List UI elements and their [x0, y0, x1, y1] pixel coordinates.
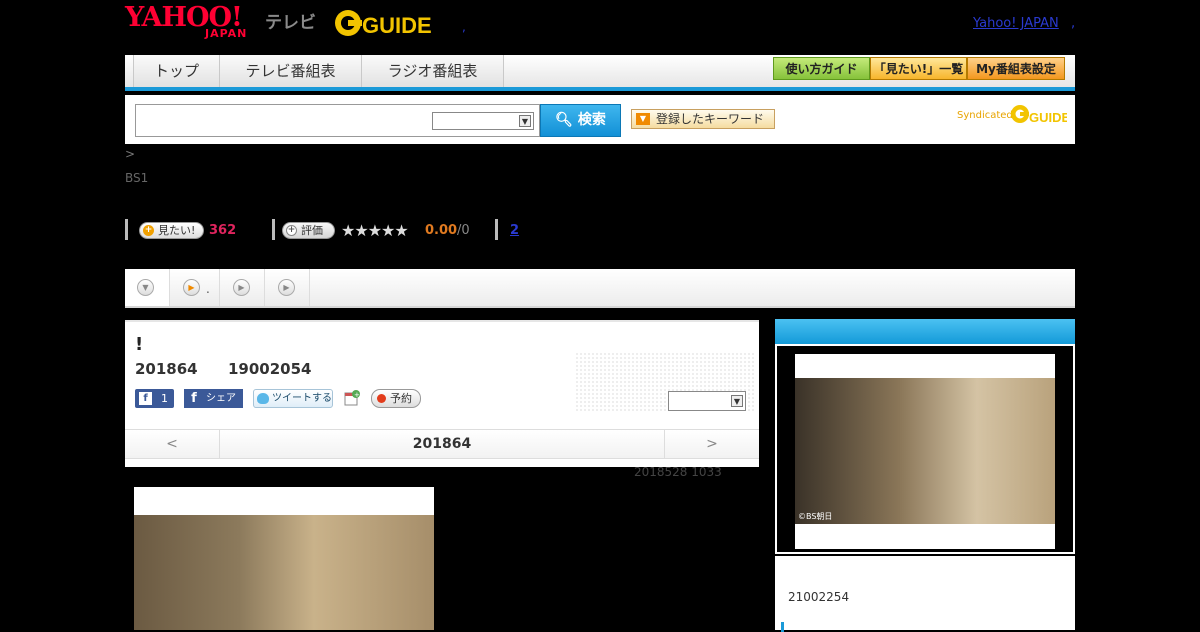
featured-program[interactable]: ©BS朝日: [775, 344, 1075, 554]
tweet-button[interactable]: ツイートする: [253, 389, 333, 408]
svg-text:+: +: [354, 391, 360, 399]
tab-second[interactable]: ▶ .: [170, 269, 220, 306]
facebook-like-button[interactable]: f 1: [135, 389, 174, 408]
detail-tabs: ▼ ▶ . ▶ ▶: [125, 269, 1075, 308]
facebook-share-label: シェア: [206, 393, 236, 404]
program-options-select[interactable]: ▼: [668, 391, 746, 411]
facebook-share-button[interactable]: f シェア: [184, 389, 243, 408]
rating-count: /0: [457, 223, 470, 238]
want-to-watch-button[interactable]: + 見たい!: [139, 222, 204, 239]
rating-stars: ★★★★★: [341, 221, 409, 240]
my-listing-settings-button[interactable]: My番組表設定: [967, 57, 1065, 80]
previous-day-button[interactable]: <: [125, 430, 220, 458]
play-icon: ▶: [233, 279, 250, 296]
date-navigation: < 201864 >: [125, 429, 759, 459]
play-icon: ▶: [278, 279, 295, 296]
program-date: 201864: [135, 360, 198, 378]
program-title: !: [135, 334, 144, 355]
record-icon: [377, 394, 386, 403]
search-category-select[interactable]: ▼: [432, 112, 534, 130]
tab-top[interactable]: トップ: [133, 55, 220, 87]
rate-button[interactable]: + 評価: [282, 222, 335, 239]
featured-image-frame: ©BS朝日: [795, 354, 1055, 549]
facebook-icon: f: [191, 391, 197, 406]
channel-name: BS1: [125, 171, 149, 185]
facebook-icon: f: [139, 392, 152, 405]
tab-third[interactable]: ▶: [220, 269, 265, 306]
program-image: [134, 515, 434, 630]
program-panel: ! 201864 19002054 f 1 f シェア ツイートする + 予約 …: [125, 320, 759, 467]
program-stats: + 見たい! 362 + 評価 ★★★★★ 0.00 /0 2: [125, 219, 625, 241]
breadcrumb[interactable]: >: [125, 147, 135, 161]
featured-program-info: 21002254: [775, 556, 1075, 632]
guide-button[interactable]: 使い方ガイド: [773, 57, 870, 80]
right-column-header: [775, 319, 1075, 344]
reserve-button[interactable]: 予約: [371, 389, 421, 408]
search-button[interactable]: 🔍︎ 検索: [540, 104, 621, 137]
reviews-link[interactable]: 2: [510, 223, 519, 238]
main-nav: トップ テレビ番組表 ラジオ番組表 使い方ガイド 「見たい!」一覧 My番組表設…: [125, 55, 1075, 91]
want-to-watch-label: 見たい!: [158, 224, 196, 237]
rate-label: 評価: [301, 224, 323, 237]
twitter-bird-icon: [257, 393, 269, 404]
featured-program-time: 21002254: [788, 590, 850, 604]
divider: [272, 219, 275, 240]
tab-fourth[interactable]: ▶: [265, 269, 310, 306]
svg-text:GUIDE: GUIDE: [362, 13, 432, 38]
play-icon: ▶: [183, 279, 200, 296]
chevron-down-icon: ▼: [137, 279, 154, 296]
divider: [125, 219, 128, 240]
registered-keywords-label: 登録したキーワード: [656, 112, 765, 126]
program-time: 19002054: [228, 360, 312, 378]
triangle-down-icon: ▼: [636, 113, 650, 125]
current-date: 201864: [412, 436, 472, 452]
chevron-down-icon: ▼: [519, 115, 531, 127]
facebook-like-count: 1: [161, 392, 168, 405]
tab-second-label: .: [206, 282, 210, 296]
search-button-label: 検索: [577, 112, 606, 128]
header-dot: ,: [462, 20, 466, 34]
photo-credit: ©BS朝日: [798, 512, 833, 521]
syndicated-gguide-logo: GUIDE: [1011, 105, 1067, 125]
registered-keywords-button[interactable]: ▼ 登録したキーワード: [631, 109, 775, 129]
want-list-button[interactable]: 「見たい!」一覧: [870, 57, 967, 80]
search-bar: ▼ 🔍︎ 検索 ▼ 登録したキーワード Syndicated GUIDE: [125, 95, 1075, 144]
chevron-down-icon: ▼: [731, 395, 743, 407]
next-day-button[interactable]: >: [664, 430, 759, 458]
tv-logo-text: テレビ: [265, 13, 316, 33]
gguide-logo[interactable]: GUIDE: [334, 7, 432, 39]
calendar-add-icon[interactable]: +: [344, 390, 360, 406]
yahoo-japan-link[interactable]: Yahoo! JAPAN: [973, 16, 1059, 31]
plus-icon: +: [286, 225, 297, 236]
tweet-label: ツイートする: [272, 393, 332, 404]
search-icon: 🔍︎: [555, 112, 573, 128]
top-dot: ,: [1071, 16, 1076, 31]
syndicated-label: Syndicated: [957, 110, 1013, 121]
tab-tv-listings[interactable]: テレビ番組表: [220, 55, 362, 87]
reserve-label: 予約: [390, 392, 412, 405]
svg-text:GUIDE: GUIDE: [1029, 110, 1067, 125]
tab-detail[interactable]: ▼: [125, 269, 170, 306]
divider: [495, 219, 498, 240]
accent-bar: [781, 622, 784, 632]
plus-icon: +: [143, 225, 154, 236]
program-photo: [134, 487, 434, 630]
japan-logo-text: JAPAN: [205, 27, 248, 40]
tab-radio-listings[interactable]: ラジオ番組表: [362, 55, 504, 87]
want-count: 362: [209, 223, 237, 238]
last-updated: 2018528 1033: [634, 465, 722, 479]
rating-score: 0.00: [425, 223, 458, 238]
featured-image: ©BS朝日: [795, 378, 1055, 524]
